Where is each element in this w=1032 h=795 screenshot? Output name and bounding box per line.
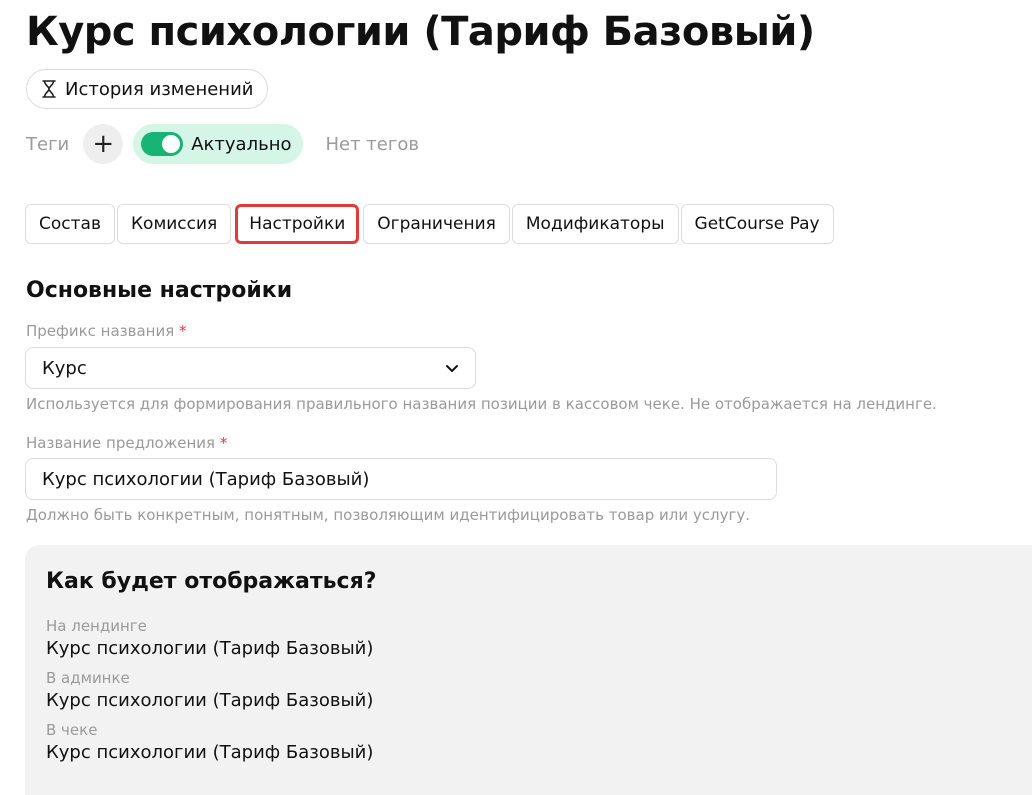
prefix-label: Префикс названия * (26, 322, 187, 340)
tab-getcourse-pay[interactable]: GetCourse Pay (680, 204, 834, 244)
display-preview-panel: Как будет отображаться? На лендинге Курс… (25, 545, 1032, 795)
section-title: Основные настройки (26, 278, 293, 303)
preview-landing-value: Курс психологии (Тариф Базовый) (46, 638, 374, 659)
tabs-bar: Состав Комиссия Настройки Ограничения Мо… (25, 204, 834, 244)
hourglass-icon (41, 80, 57, 98)
page-title: Курс психологии (Тариф Базовый) (26, 9, 815, 55)
preview-landing-label: На лендинге (46, 617, 147, 635)
chevron-down-icon (445, 364, 459, 373)
plus-icon: + (92, 129, 115, 159)
offer-name-input[interactable]: Курс психологии (Тариф Базовый) (25, 458, 777, 500)
no-tags-text: Нет тегов (325, 133, 419, 155)
preview-admin-value: Курс психологии (Тариф Базовый) (46, 690, 374, 711)
required-mark: * (179, 322, 187, 340)
preview-title: Как будет отображаться? (46, 569, 377, 594)
offer-name-hint: Должно быть конкретным, понятным, позвол… (26, 506, 750, 524)
actual-status-label: Актуально (191, 133, 292, 155)
tab-modifiers[interactable]: Модификаторы (511, 204, 679, 244)
tab-commission[interactable]: Комиссия (116, 204, 232, 244)
preview-admin-label: В админке (46, 669, 130, 687)
tab-settings[interactable]: Настройки (235, 204, 360, 244)
prefix-select-value: Курс (42, 357, 87, 379)
offer-name-label-text: Название предложения (26, 434, 216, 452)
add-tag-button[interactable]: + (83, 124, 124, 164)
actual-status-toggle[interactable]: Актуально (133, 124, 304, 164)
offer-name-label: Название предложения * (26, 434, 227, 452)
prefix-select[interactable]: Курс (25, 347, 476, 389)
history-label: История изменений (65, 78, 254, 100)
prefix-label-text: Префикс названия (26, 322, 175, 340)
prefix-hint: Используется для формирования правильног… (26, 395, 937, 413)
required-mark: * (219, 434, 228, 452)
toggle-switch[interactable] (141, 132, 184, 156)
tags-row: Теги + Актуально Нет тегов (26, 124, 419, 164)
tab-composition[interactable]: Состав (25, 204, 115, 244)
preview-receipt-value: Курс психологии (Тариф Базовый) (46, 742, 374, 763)
preview-receipt-label: В чеке (46, 721, 98, 739)
tab-restrictions[interactable]: Ограничения (363, 204, 510, 244)
tags-label: Теги (26, 133, 70, 155)
history-button[interactable]: История изменений (26, 69, 269, 109)
